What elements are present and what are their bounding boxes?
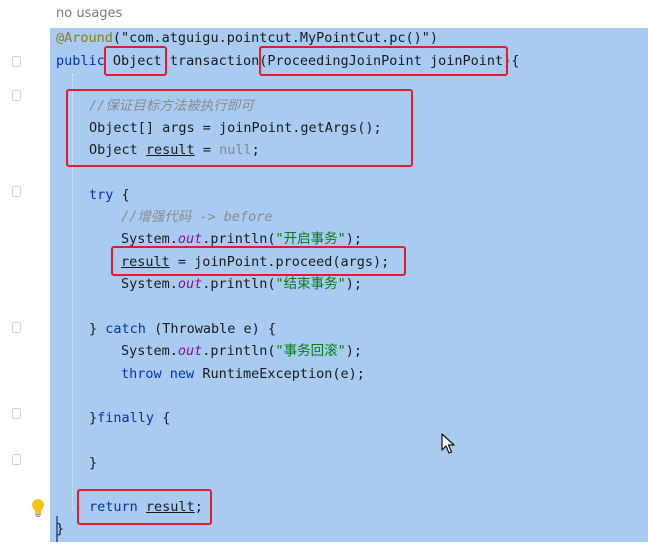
- code-line-method-close: }: [56, 521, 65, 537]
- code-line-finally: }finally {: [89, 408, 170, 428]
- highlight-box-return: [77, 489, 212, 525]
- close-brace: }: [89, 410, 98, 426]
- fold-marker-icon[interactable]: [12, 322, 21, 333]
- println-token: .println(: [202, 231, 276, 247]
- code-line-block-close: }: [89, 455, 98, 471]
- code-line-try: try {: [89, 185, 130, 205]
- keyword-try: try: [89, 187, 114, 203]
- keyword-finally: finally: [97, 410, 155, 426]
- code-line-catch: } catch (Throwable e) {: [89, 319, 276, 339]
- println-token: .println(: [202, 343, 276, 359]
- out-field: out: [177, 231, 203, 247]
- usages-hint[interactable]: no usages: [56, 6, 122, 21]
- catch-param: (Throwable e) {: [154, 321, 276, 337]
- close-paren: );: [345, 343, 362, 359]
- string-rollback: "事务回滚": [275, 343, 346, 359]
- annotation-token: @Around: [56, 30, 113, 46]
- keyword-catch: catch: [105, 321, 146, 337]
- fold-marker-icon[interactable]: [12, 186, 21, 197]
- fold-marker-icon[interactable]: [12, 90, 21, 101]
- keyword-throw: throw: [121, 366, 162, 382]
- code-line-throw: throw new RuntimeException(e);: [121, 364, 365, 384]
- highlight-box-param: [259, 46, 508, 76]
- code-line-println-rollback: System.out.println("事务回滚");: [121, 341, 362, 361]
- out-field: out: [177, 343, 203, 359]
- close-brace: }: [89, 321, 98, 337]
- fold-marker-icon[interactable]: [12, 408, 21, 419]
- code-line-println-end: System.out.println("结束事务");: [121, 274, 362, 294]
- code-line-comment-before: //增强代码 -> before: [121, 209, 273, 225]
- mouse-cursor-icon: [441, 433, 455, 454]
- open-brace: {: [121, 187, 130, 203]
- string-begin: "开启事务": [275, 231, 346, 247]
- exception-ctor: RuntimeException(e);: [202, 366, 365, 382]
- highlight-box-proceed: [111, 246, 406, 276]
- system-token: System.: [121, 343, 178, 359]
- fold-marker-icon[interactable]: [12, 56, 21, 67]
- close-paren: );: [345, 276, 362, 292]
- out-field: out: [177, 276, 203, 292]
- annotation-arg: ("com.atguigu.pointcut.MyPointCut.pc()"): [112, 30, 439, 46]
- highlight-box-return-type: [104, 46, 167, 76]
- close-paren: );: [345, 231, 362, 247]
- code-line-annotation: @Around("com.atguigu.pointcut.MyPointCut…: [56, 28, 438, 48]
- method-name: transaction: [169, 53, 260, 69]
- highlight-box-setup: [66, 89, 413, 167]
- lightbulb-icon[interactable]: [30, 498, 46, 518]
- open-brace: {: [162, 410, 171, 426]
- editor-gutter: [0, 0, 50, 548]
- system-token: System.: [121, 276, 178, 292]
- println-token: .println(: [202, 276, 276, 292]
- string-end: "结束事务": [275, 276, 346, 292]
- keyword-public: public: [56, 53, 105, 69]
- fold-marker-icon[interactable]: [12, 454, 21, 465]
- system-token: System.: [121, 231, 178, 247]
- keyword-new: new: [169, 366, 195, 382]
